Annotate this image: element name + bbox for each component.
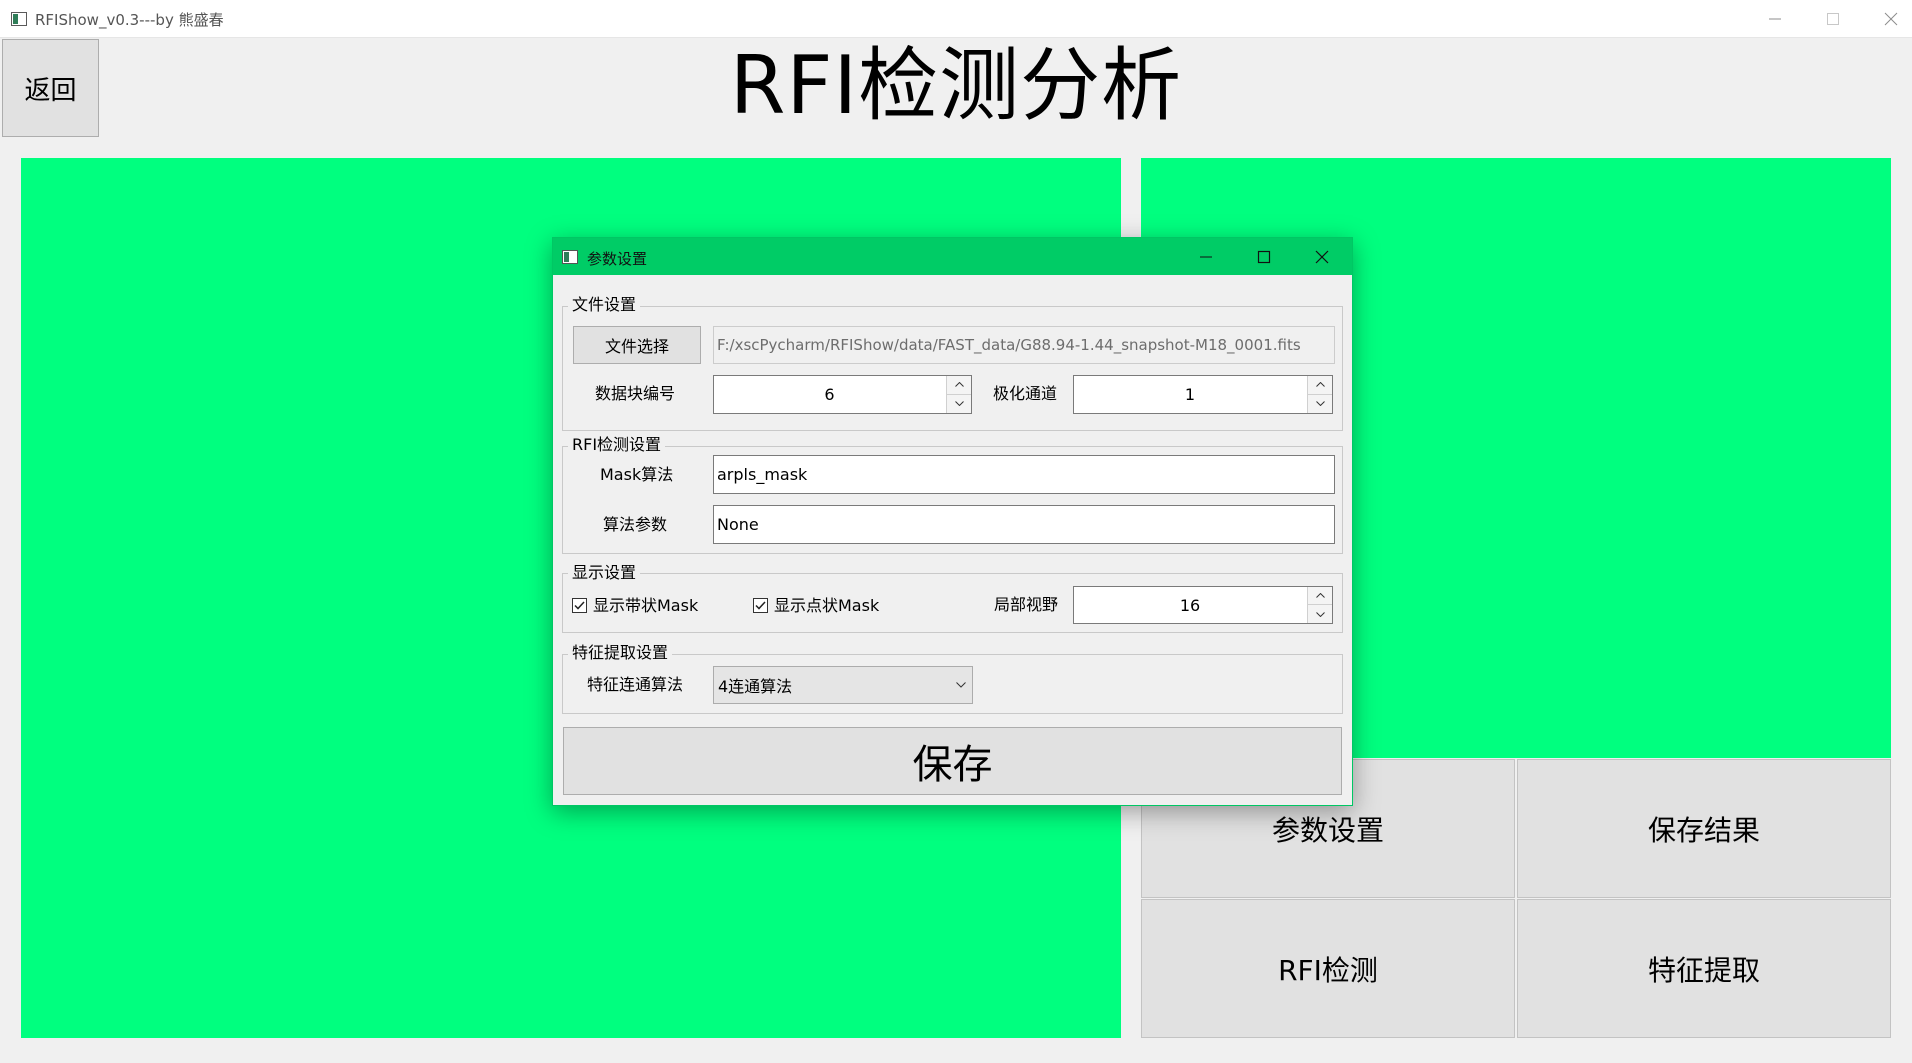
back-button[interactable]: 返回 [2,39,99,137]
window-titlebar: RFIShow_v0.3---by 熊盛春 [0,0,1912,38]
close-icon [1884,12,1898,26]
chevron-up-icon [1315,593,1325,598]
polarization-label: 极化通道 [993,384,1058,403]
chevron-down-icon [1315,611,1325,617]
mask-algorithm-label: Mask算法 [600,465,674,484]
checkmark-icon [755,601,766,610]
feature-extract-button[interactable]: 特征提取 [1517,899,1891,1038]
chevron-up-icon [954,382,964,388]
local-view-label: 局部视野 [994,595,1059,614]
rfi-settings-title: RFI检测设置 [568,435,666,455]
dialog-app-icon [562,250,578,264]
window-title: RFIShow_v0.3---by 熊盛春 [35,11,224,29]
params-dialog: 参数设置 文件设置 文件选择 F:/xscPycharm/RFIShow/dat… [552,237,1353,806]
chevron-up-icon [1315,382,1325,388]
dialog-close-button[interactable] [1293,238,1351,275]
local-view-value: 16 [1179,595,1201,615]
close-icon [1315,250,1329,263]
band-mask-label[interactable]: 显示带状Mask [593,596,698,616]
checkmark-icon [574,601,585,610]
chevron-down-icon [1315,401,1325,407]
point-mask-label[interactable]: 显示点状Mask [774,596,879,616]
point-mask-checkbox[interactable] [753,598,768,613]
polarization-spinbox[interactable]: 1 [1073,375,1333,414]
minimize-icon [1769,18,1781,20]
display-settings-title: 显示设置 [568,563,641,583]
dialog-minimize-button[interactable] [1177,238,1235,275]
algorithm-param-input[interactable]: None [713,505,1335,544]
polarization-value: 1 [1184,385,1196,404]
app-icon [11,12,27,26]
block-number-label: 数据块编号 [595,384,676,403]
file-path-field[interactable]: F:/xscPycharm/RFIShow/data/FAST_data/G88… [713,326,1335,364]
algorithm-param-label: 算法参数 [603,515,668,534]
maximize-icon [1827,13,1839,25]
spin-up-button[interactable] [1308,587,1332,605]
close-button[interactable] [1862,0,1912,38]
mask-algorithm-input[interactable]: arpls_mask [713,455,1335,494]
dialog-title: 参数设置 [587,250,648,268]
connectivity-label: 特征连通算法 [587,675,684,694]
maximize-icon [1257,250,1271,263]
spin-down-button[interactable] [947,394,971,413]
block-number-spinbox[interactable]: 6 [713,375,972,414]
file-select-button[interactable]: 文件选择 [573,326,701,364]
minimize-icon [1200,256,1212,257]
band-mask-checkbox[interactable] [572,598,587,613]
connectivity-value: 4连通算法 [718,677,793,696]
connectivity-select[interactable]: 4连通算法 [713,666,973,704]
chevron-down-icon [954,401,964,407]
page-title: RFI检测分析 [729,39,1183,132]
rfi-detect-button[interactable]: RFI检测 [1141,899,1515,1038]
file-settings-title: 文件设置 [568,295,641,315]
dialog-maximize-button[interactable] [1235,238,1293,275]
spin-down-button[interactable] [1308,394,1332,413]
dialog-titlebar: 参数设置 [553,238,1352,275]
save-button[interactable]: 保存 [563,727,1342,795]
local-view-spinbox[interactable]: 16 [1073,586,1333,624]
feature-settings-title: 特征提取设置 [568,643,673,663]
block-number-value: 6 [824,385,835,404]
spin-up-button[interactable] [947,376,971,395]
chevron-down-icon [956,682,966,688]
save-result-button[interactable]: 保存结果 [1517,759,1891,898]
maximize-button[interactable] [1804,0,1862,38]
spin-down-button[interactable] [1308,605,1332,623]
minimize-button[interactable] [1746,0,1804,38]
spin-up-button[interactable] [1308,376,1332,395]
